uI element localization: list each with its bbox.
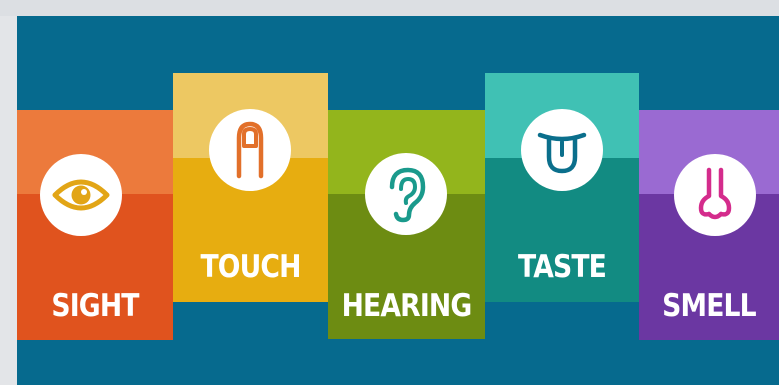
finger-icon (236, 121, 264, 179)
ear-icon (389, 167, 426, 223)
sense-card-hearing: HEARING (328, 110, 485, 339)
icon-circle (365, 153, 447, 235)
sense-card-taste: TASTE (485, 73, 639, 302)
sense-label: SIGHT (51, 288, 139, 324)
tongue-icon (537, 132, 587, 174)
sense-card-touch: TOUCH (173, 73, 328, 302)
window-frame-left (0, 16, 17, 385)
sense-label: TOUCH (200, 249, 301, 285)
icon-circle (40, 154, 122, 236)
sense-card-sight: SIGHT (17, 110, 173, 340)
icon-circle (521, 109, 603, 191)
sense-card-smell: SMELL (639, 110, 779, 340)
window-frame-top (0, 0, 779, 16)
icon-circle (209, 109, 291, 191)
five-senses-banner: SIGHT TOUCH HEARING TASTE SMELL (17, 16, 779, 385)
sense-label: SMELL (662, 288, 756, 324)
icon-circle (674, 154, 756, 236)
sense-label: TASTE (517, 249, 607, 285)
eye-icon (52, 179, 110, 211)
sense-label: HEARING (341, 288, 473, 324)
nose-icon (698, 167, 732, 220)
